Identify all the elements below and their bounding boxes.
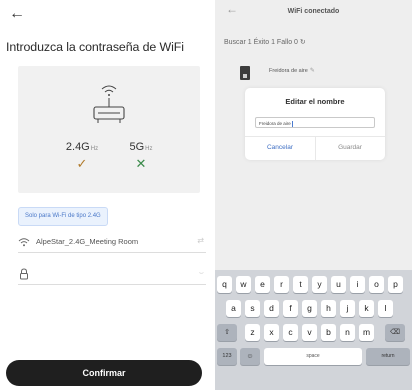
band-unit: Hz [145,146,153,152]
key-o[interactable]: o [369,276,384,293]
band-5g: 5GHz ✕ [119,141,163,172]
eye-hidden-icon[interactable]: ⌣ [199,268,204,278]
key-e[interactable]: e [255,276,270,293]
key-u[interactable]: u [331,276,346,293]
name-input[interactable]: Freidora de aire [255,117,375,128]
key-q[interactable]: q [217,276,232,293]
wifi-ssid-field[interactable]: AlpeStar_2.4G_Meeting Room ⇄ [18,232,206,253]
save-button[interactable]: Guardar [315,144,385,151]
shift-key[interactable]: ⇧ [217,324,237,341]
check-icon: ✓ [76,156,88,171]
key-a[interactable]: a [226,300,241,317]
name-input-value: Freidora de aire [259,121,291,126]
device-name-row[interactable]: Freidora de aire ✎ [269,67,315,74]
router-card: 2.4GHz ✓ 5GHz ✕ [18,66,200,193]
band-frequency: 5G [129,141,145,153]
wifi-connected-screen: ← WiFi conectado Buscar 1 Éxito 1 Fallo … [215,0,412,390]
key-k[interactable]: k [359,300,374,317]
header: ← WiFi conectado [215,0,412,24]
key-z[interactable]: z [245,324,260,341]
return-key[interactable]: return [366,348,410,365]
key-l[interactable]: l [378,300,393,317]
cancel-button[interactable]: Cancelar [245,144,315,151]
key-g[interactable]: g [302,300,317,317]
key-d[interactable]: d [264,300,279,317]
key-f[interactable]: f [283,300,298,317]
key-h[interactable]: h [321,300,336,317]
band-2-4g: 2.4GHz ✓ [60,141,104,172]
key-r[interactable]: r [274,276,289,293]
key-c[interactable]: c [283,324,298,341]
on-screen-keyboard: q w e r t y u i o p a s d f g h j k l ⇧ … [215,270,412,390]
wifi-icon [18,238,30,247]
key-n[interactable]: n [340,324,355,341]
lock-icon [20,268,28,280]
key-s[interactable]: s [245,300,260,317]
text-caret [291,120,293,127]
band-unit: Hz [90,146,99,152]
emoji-key-icon[interactable]: ☺ [240,348,260,365]
key-b[interactable]: b [321,324,336,341]
page-title: WiFi conectado [287,8,340,15]
key-p[interactable]: p [388,276,403,293]
confirm-button[interactable]: Confirmar [6,360,202,386]
key-v[interactable]: v [302,324,317,341]
backspace-key[interactable]: ⌫ [385,324,405,341]
device-name: Freidora de aire [269,68,308,74]
key-m[interactable]: m [359,324,374,341]
key-y[interactable]: y [312,276,327,293]
numbers-key[interactable]: 123 [217,348,237,365]
wifi-password-screen: ← Introduzca la contraseña de WiFi 2.4GH… [0,0,210,390]
key-x[interactable]: x [264,324,279,341]
edit-pencil-icon[interactable]: ✎ [310,68,315,74]
page-title: Introduzca la contraseña de WiFi [6,40,184,54]
swap-icon[interactable]: ⇄ [197,236,204,245]
search-status: Buscar 1 Éxito 1 Fallo 0 ↻ [224,39,306,46]
wifi-type-note: Solo para Wi-Fi de tipo 2.4G [18,207,108,226]
wifi-password-field[interactable]: ⌣ [18,264,206,285]
back-arrow-icon[interactable]: ← [9,6,25,22]
air-fryer-icon [240,66,250,80]
cross-icon: ✕ [135,156,147,171]
key-i[interactable]: i [350,276,365,293]
dialog-title: Editar el nombre [285,97,345,106]
rename-dialog: Editar el nombre Freidora de aire Cancel… [245,88,385,160]
band-frequency: 2.4G [65,141,90,153]
key-w[interactable]: w [236,276,251,293]
ssid-value: AlpeStar_2.4G_Meeting Room [36,237,139,246]
key-j[interactable]: j [340,300,355,317]
space-key[interactable]: space [264,348,362,365]
router-icon [93,85,125,123]
key-t[interactable]: t [293,276,308,293]
